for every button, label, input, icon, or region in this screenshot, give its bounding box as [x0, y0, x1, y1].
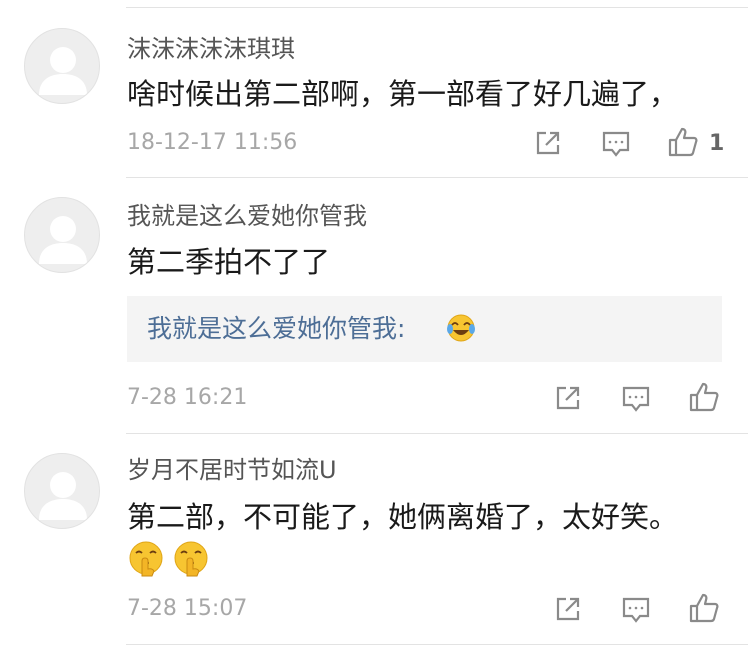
- comment-timestamp: 18-12-17 11:56: [127, 130, 298, 155]
- reply-button[interactable]: [621, 384, 651, 414]
- comment-divider: [126, 433, 748, 434]
- top-divider: [126, 7, 748, 8]
- share-icon: [536, 131, 560, 155]
- share-button[interactable]: [554, 384, 582, 412]
- comment-username[interactable]: 我就是这么爱她你管我: [127, 204, 367, 228]
- avatar[interactable]: [24, 197, 100, 273]
- avatar[interactable]: [24, 453, 100, 529]
- like-button[interactable]: [667, 126, 699, 158]
- comment-divider: [126, 177, 748, 178]
- comment-username[interactable]: 岁月不居时节如流U: [127, 458, 337, 482]
- comment-icon: [602, 131, 630, 157]
- thumbs-up-icon: [689, 382, 719, 412]
- like-button[interactable]: [688, 381, 720, 413]
- share-button[interactable]: [534, 129, 562, 157]
- share-icon: [556, 597, 580, 621]
- laughing-crying-emoji-icon: [446, 313, 476, 347]
- comment-text: 啥时候出第二部啊，第一部看了好几遍了，: [127, 77, 679, 111]
- share-button[interactable]: [554, 595, 582, 623]
- comment-text: 第二季拍不了了: [127, 245, 331, 279]
- thumbs-up-icon: [689, 593, 719, 623]
- quoted-reply-text: 我就是这么爱她你管我:: [147, 314, 406, 343]
- comment-text: 第二部，不可能了，她俩离婚了，太好笑。: [127, 500, 679, 534]
- reply-button[interactable]: [601, 129, 631, 159]
- avatar[interactable]: [24, 28, 100, 104]
- reply-button[interactable]: [621, 595, 651, 625]
- comment-icon: [622, 597, 650, 623]
- comment-username[interactable]: 沫沫沫沫沫琪琪: [127, 37, 295, 61]
- thumbs-up-icon: [668, 127, 698, 157]
- quoted-reply[interactable]: 我就是这么爱她你管我:: [127, 296, 722, 362]
- share-icon: [556, 386, 580, 410]
- shushing-face-emoji-icon: [172, 539, 210, 581]
- like-button[interactable]: [688, 592, 720, 624]
- comment-icon: [622, 386, 650, 412]
- bottom-divider: [126, 644, 748, 645]
- shushing-face-emoji-icon: [127, 539, 165, 581]
- comment-timestamp: 7-28 16:21: [127, 385, 248, 410]
- like-count: 1: [709, 131, 725, 156]
- comment-timestamp: 7-28 15:07: [127, 596, 248, 621]
